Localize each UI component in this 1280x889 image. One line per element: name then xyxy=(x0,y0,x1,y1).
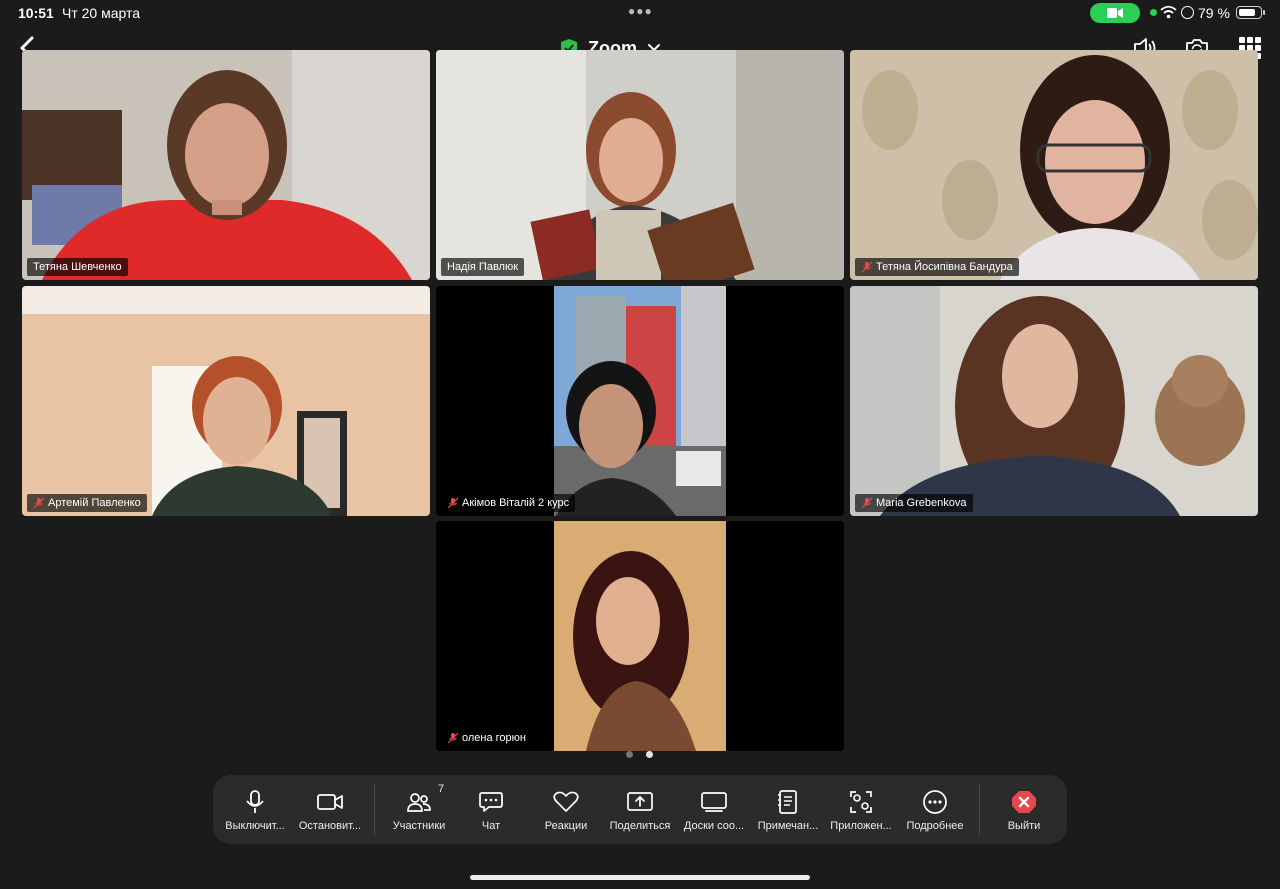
participant-name-tag: Тетяна Йосипівна Бандура xyxy=(855,258,1019,276)
more-label: Подробнее xyxy=(906,820,964,832)
chat-label: Чат xyxy=(481,820,501,832)
page-indicator-dot-active[interactable] xyxy=(646,751,653,758)
heart-icon xyxy=(553,791,579,812)
status-time: 10:51 xyxy=(18,5,54,21)
mute-button[interactable]: Выключит... xyxy=(219,775,291,844)
notes-icon xyxy=(778,790,797,814)
battery-percent: 79 % xyxy=(1198,5,1230,21)
multitasking-dots-icon[interactable]: ●●● xyxy=(628,4,653,18)
video-tile[interactable]: олена горюн xyxy=(436,521,844,751)
status-date: Чт 20 марта xyxy=(62,5,141,21)
apps-label: Приложен... xyxy=(830,820,892,832)
more-button[interactable]: Подробнее xyxy=(899,775,971,844)
participant-name-tag: Maria Grebenkova xyxy=(855,494,973,512)
share-screen-icon xyxy=(627,792,653,811)
leave-icon xyxy=(1012,791,1036,813)
video-tile[interactable]: Maria Grebenkova xyxy=(850,286,1258,516)
apps-button[interactable]: Приложен... xyxy=(825,775,897,844)
share-label: Поделиться xyxy=(609,820,671,832)
apps-icon xyxy=(850,791,872,813)
participant-video xyxy=(22,286,430,516)
notes-button[interactable]: Примечан... xyxy=(751,775,825,844)
camera-in-use-indicator xyxy=(1090,3,1140,23)
chat-icon xyxy=(479,792,503,812)
participant-name: Тетяна Йосипівна Бандура xyxy=(876,261,1013,273)
share-button[interactable]: Поделиться xyxy=(603,775,677,844)
leave-label: Выйти xyxy=(1007,820,1041,832)
video-tile[interactable]: Тетяна Шевченко xyxy=(22,50,430,280)
page-indicator-dot[interactable] xyxy=(626,751,633,758)
whiteboards-label: Доски соо... xyxy=(683,820,745,832)
participant-name: олена горюн xyxy=(462,732,526,744)
muted-mic-icon xyxy=(33,497,45,509)
muted-mic-icon xyxy=(861,261,873,273)
video-camera-icon xyxy=(317,794,343,810)
video-label: Остановит... xyxy=(298,820,362,832)
participants-button[interactable]: Участники xyxy=(383,775,455,844)
participant-name: Акімов Віталій 2 курс xyxy=(462,497,570,509)
status-bar: 10:51 Чт 20 марта ●●● 79 % xyxy=(0,0,1280,26)
toolbar-divider xyxy=(979,784,980,835)
mic-in-use-dot xyxy=(1150,9,1157,16)
participant-name-tag: Акімов Віталій 2 курс xyxy=(441,494,576,512)
reactions-label: Реакции xyxy=(544,820,588,832)
toolbar-divider xyxy=(374,784,375,835)
video-tile-active-speaker[interactable]: Надія Павлюк xyxy=(436,50,844,280)
video-camera-icon xyxy=(1107,8,1123,18)
participant-video xyxy=(436,286,844,516)
participant-video xyxy=(436,521,844,751)
video-tile[interactable]: Тетяна Йосипівна Бандура xyxy=(850,50,1258,280)
home-indicator[interactable] xyxy=(470,875,810,880)
participant-name-tag: Надія Павлюк xyxy=(441,258,525,276)
chat-button[interactable]: Чат xyxy=(462,775,520,844)
muted-mic-icon xyxy=(447,732,459,744)
more-icon xyxy=(923,790,947,814)
meeting-controls: Выключит... Остановит... Участники 7 Чат… xyxy=(213,775,1067,844)
muted-mic-icon xyxy=(447,497,459,509)
participant-name-tag: Артемій Павленко xyxy=(27,494,147,512)
wifi-icon xyxy=(1160,5,1177,19)
mute-label: Выключит... xyxy=(225,820,285,832)
battery-level xyxy=(1238,8,1256,16)
orientation-lock-icon xyxy=(1181,6,1194,19)
participant-video xyxy=(850,286,1258,516)
video-tile[interactable]: Артемій Павленко xyxy=(22,286,430,516)
participant-video xyxy=(436,50,844,280)
whiteboard-icon xyxy=(701,792,727,812)
participants-icon xyxy=(407,793,431,812)
participant-name: Maria Grebenkova xyxy=(876,497,967,509)
participant-name: Тетяна Шевченко xyxy=(33,261,122,273)
battery-icon xyxy=(1236,6,1265,19)
stop-video-button[interactable]: Остановит... xyxy=(293,775,367,844)
participant-name-tag: олена горюн xyxy=(441,729,532,747)
muted-mic-icon xyxy=(861,497,873,509)
leave-button[interactable]: Выйти xyxy=(991,775,1057,844)
participants-count: 7 xyxy=(438,783,445,795)
microphone-icon xyxy=(246,790,264,813)
participant-name: Артемій Павленко xyxy=(48,497,141,509)
participant-name-tag: Тетяна Шевченко xyxy=(27,258,128,276)
participant-video xyxy=(22,50,430,280)
participant-name: Надія Павлюк xyxy=(447,261,519,273)
whiteboards-button[interactable]: Доски соо... xyxy=(677,775,751,844)
video-tile[interactable]: Акімов Віталій 2 курс xyxy=(436,286,844,516)
participants-label: Участники xyxy=(392,820,446,832)
reactions-button[interactable]: Реакции xyxy=(531,775,601,844)
notes-label: Примечан... xyxy=(757,820,819,832)
participant-video xyxy=(850,50,1258,280)
